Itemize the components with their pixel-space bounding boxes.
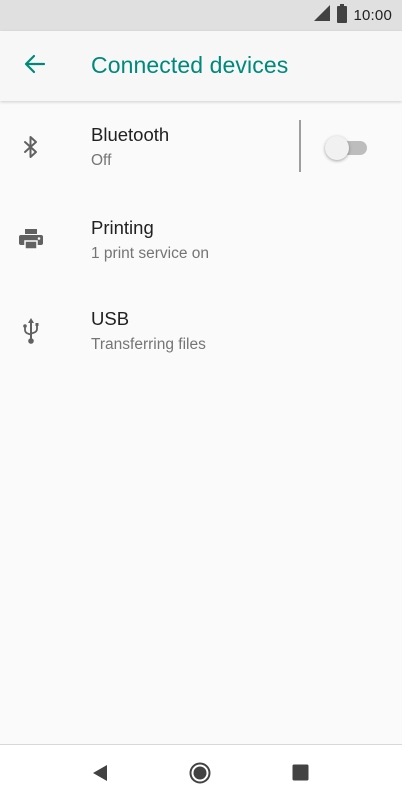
printer-icon xyxy=(16,224,46,254)
battery-icon xyxy=(337,3,348,28)
usb-icon xyxy=(16,316,46,346)
app-bar: Connected devices xyxy=(0,31,402,101)
back-triangle-icon xyxy=(92,764,108,787)
item-title: Printing xyxy=(91,217,154,238)
navigation-bar xyxy=(0,744,402,804)
back-button[interactable] xyxy=(18,51,52,81)
screen: 10:00 Connected devices Bluetooth Off Pr… xyxy=(0,0,402,804)
item-title: USB xyxy=(91,308,130,329)
item-subtitle: Off xyxy=(91,152,112,169)
recents-square-icon xyxy=(292,764,309,786)
status-time: 10:00 xyxy=(353,7,392,24)
nav-back-button[interactable] xyxy=(84,759,116,791)
list-item-usb[interactable]: USB Transferring files xyxy=(0,285,402,377)
nav-home-button[interactable] xyxy=(184,759,216,791)
item-title: Bluetooth xyxy=(91,124,170,145)
bluetooth-toggle[interactable] xyxy=(325,135,371,161)
bluetooth-icon xyxy=(16,132,46,162)
item-subtitle: Transferring files xyxy=(91,336,206,353)
status-bar: 10:00 xyxy=(0,0,402,31)
divider xyxy=(299,120,301,172)
status-icons: 10:00 xyxy=(313,0,392,31)
page-title: Connected devices xyxy=(91,52,289,78)
toggle-thumb xyxy=(325,136,349,160)
nav-recents-button[interactable] xyxy=(284,759,316,791)
list-item-printing[interactable]: Printing 1 print service on xyxy=(0,193,402,285)
signal-icon xyxy=(313,4,331,27)
home-circle-icon xyxy=(189,762,211,789)
item-subtitle: 1 print service on xyxy=(91,245,210,262)
arrow-back-icon xyxy=(24,54,46,79)
